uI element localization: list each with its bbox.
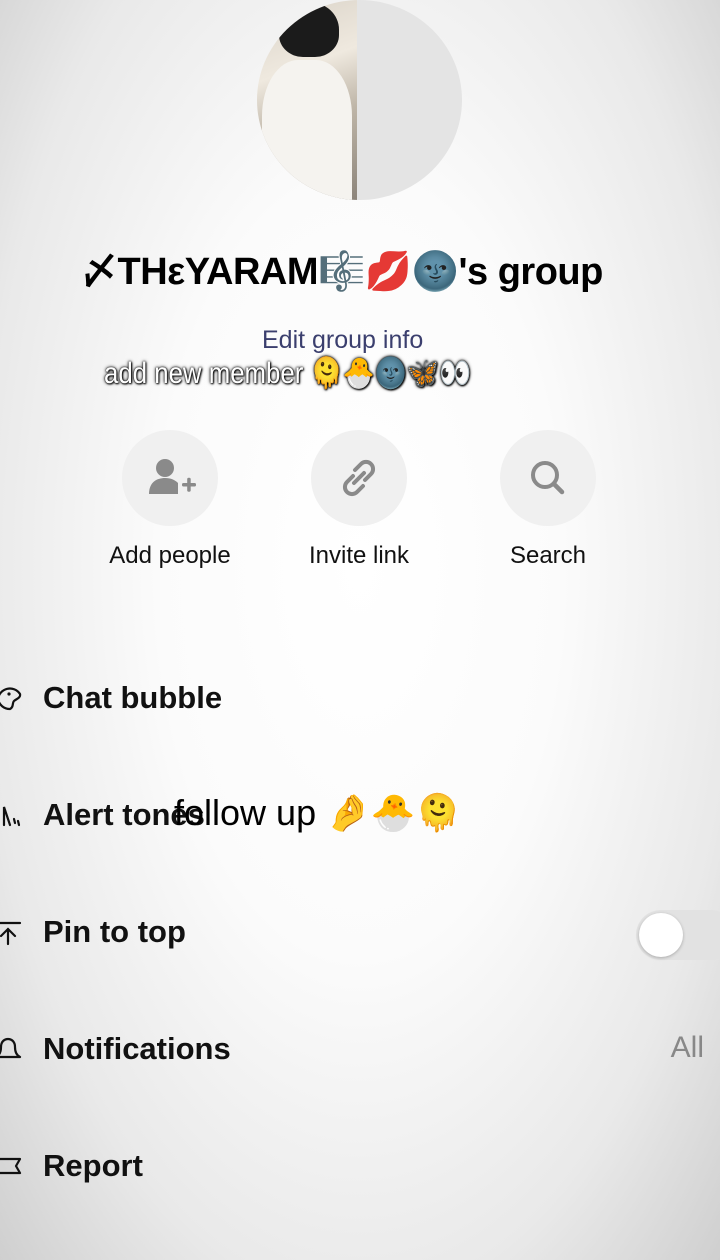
add-person-icon (149, 459, 196, 494)
pin-to-top-label: Pin to top (43, 914, 186, 949)
link-icon (342, 459, 376, 497)
music-note-icon (2, 806, 21, 827)
group-title: 〆THεYARAM🎼💋🌚's group (80, 251, 603, 293)
flag-icon (0, 1157, 22, 1175)
bell-icon (0, 1037, 22, 1059)
pin-top-icon (0, 921, 22, 946)
pin-to-top-toggle[interactable] (636, 910, 720, 960)
palette-icon (0, 687, 22, 711)
follow-up-caption: follow up 🤌🐣🫠 (174, 792, 461, 833)
avatar-photo (257, 0, 357, 200)
search-icon (531, 461, 565, 495)
edit-group-info-link[interactable]: Edit group info (262, 326, 423, 355)
notifications-label: Notifications (43, 1031, 231, 1066)
chat-bubble-label: Chat bubble (43, 680, 223, 715)
menu-item-chat-bubble[interactable]: Chat bubble (0, 670, 720, 730)
menu-item-pin-to-top[interactable]: Pin to top (0, 904, 720, 964)
search-circle (500, 430, 596, 526)
group-avatar[interactable] (257, 0, 462, 200)
toggle-knob (639, 913, 683, 957)
search-button[interactable]: Search (478, 430, 618, 570)
report-label: Report (43, 1148, 143, 1183)
add-avatar-button[interactable] (357, 0, 462, 200)
invite-link-button[interactable]: Invite link (289, 430, 429, 570)
notifications-value: All (670, 1031, 704, 1064)
invite-link-label: Invite link (308, 542, 410, 569)
menu-item-report[interactable]: Report (0, 1138, 720, 1198)
avatar-hair (279, 2, 339, 57)
search-label: Search (509, 542, 587, 569)
avatar-shirt (262, 60, 352, 200)
menu-item-notifications[interactable]: Notifications All (0, 1021, 720, 1081)
add-people-button[interactable]: Add people (100, 430, 240, 570)
overlay-caption: add new member 🫠🐣🌚🦋👀 (104, 357, 472, 390)
invite-link-circle (311, 430, 407, 526)
add-people-label: Add people (109, 542, 231, 569)
add-people-circle (122, 430, 218, 526)
